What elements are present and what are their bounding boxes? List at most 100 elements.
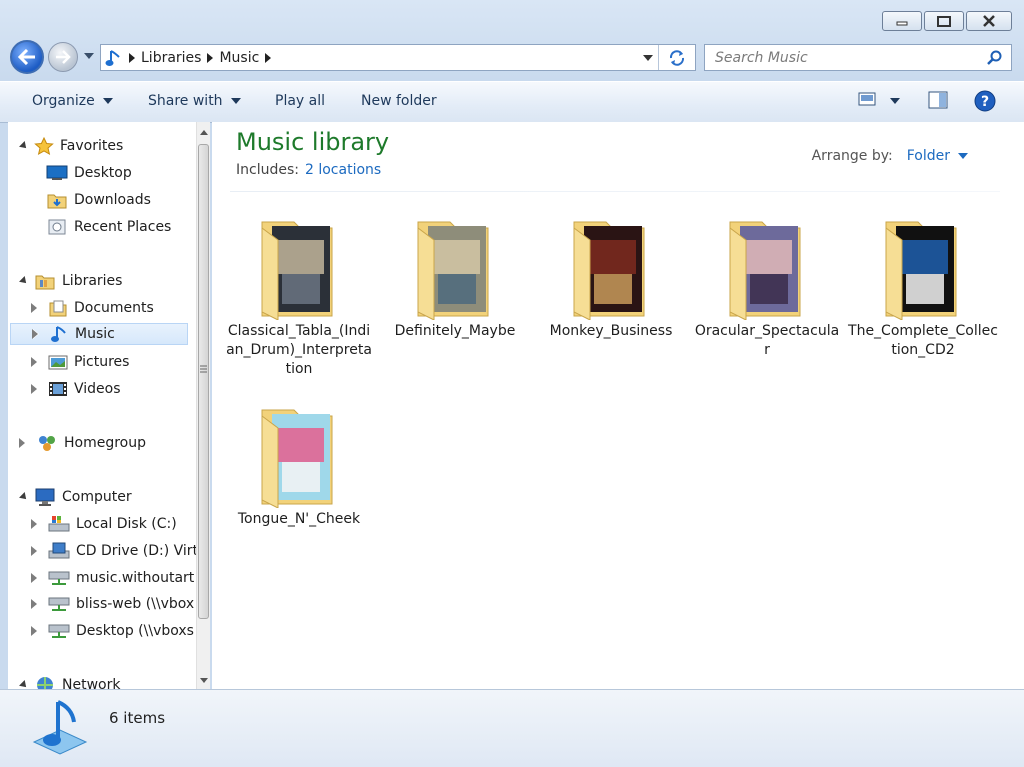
nav-homegroup-label: Homegroup — [64, 435, 147, 451]
forward-arrow-icon — [56, 50, 71, 64]
star-icon — [34, 137, 54, 155]
includes-label: Includes: — [236, 162, 299, 178]
scroll-down-arrow-icon[interactable] — [200, 678, 208, 683]
expand-arrow-icon[interactable] — [31, 573, 38, 583]
expand-arrow-icon[interactable] — [31, 546, 38, 556]
view-options-dropdown[interactable] — [890, 98, 900, 104]
expand-arrow-icon[interactable] — [19, 438, 26, 448]
arrange-dropdown[interactable]: Folder — [907, 148, 968, 164]
nav-favorites[interactable]: Favorites — [19, 135, 124, 157]
folder-item[interactable]: Monkey_Business — [536, 200, 686, 341]
nav-cd-drive[interactable]: CD Drive (D:) Virt — [31, 540, 198, 562]
expand-arrow-icon[interactable] — [31, 384, 38, 394]
nav-documents-label: Documents — [74, 300, 154, 316]
collapse-arrow-icon[interactable] — [19, 492, 29, 502]
recent-pages-dropdown[interactable] — [84, 53, 94, 59]
folder-icon — [400, 200, 510, 321]
network-drive-icon — [48, 624, 70, 638]
help-button[interactable]: ? — [974, 90, 996, 112]
nav-homegroup[interactable]: Homegroup — [19, 432, 147, 454]
forward-button[interactable] — [48, 42, 78, 72]
scroll-thumb[interactable] — [198, 144, 209, 619]
folder-label: Monkey_Business — [549, 323, 673, 339]
chevron-down-icon — [230, 98, 241, 104]
nav-network-drive-music[interactable]: music.withoutart — [31, 567, 194, 589]
nav-desktop-label: Desktop — [74, 165, 132, 181]
address-dropdown-arrow[interactable] — [643, 55, 653, 61]
expand-arrow-icon[interactable] — [31, 519, 38, 529]
breadcrumb-libraries[interactable]: Libraries — [141, 50, 201, 66]
breadcrumb-music[interactable]: Music — [219, 50, 259, 66]
folder-item[interactable]: Definitely_Maybe — [380, 200, 530, 341]
scroll-up-arrow-icon[interactable] — [200, 130, 208, 135]
search-box[interactable] — [704, 44, 1012, 71]
network-drive-icon — [48, 597, 70, 611]
nav-network-drive-bliss-label: bliss-web (\\vbox — [76, 596, 195, 612]
breadcrumb-separator[interactable] — [129, 52, 135, 63]
maximize-button[interactable] — [924, 11, 964, 31]
minimize-icon — [896, 21, 908, 26]
collapse-arrow-icon[interactable] — [19, 276, 29, 286]
back-arrow-icon — [18, 49, 35, 65]
refresh-button[interactable] — [658, 45, 695, 70]
nav-local-disk[interactable]: Local Disk (C:) — [31, 513, 177, 535]
back-button[interactable] — [10, 40, 44, 74]
change-view-button[interactable] — [858, 91, 876, 107]
folder-item[interactable]: Classical_Tabla_(Indian_Drum)_Interpreta… — [224, 200, 374, 379]
preview-pane-button[interactable] — [928, 91, 948, 109]
nav-network-drive-bliss[interactable]: bliss-web (\\vbox — [31, 593, 195, 615]
nav-network-label: Network — [62, 677, 121, 689]
network-drive-icon — [48, 571, 70, 585]
collapse-arrow-icon[interactable] — [19, 141, 29, 151]
svg-text:?: ? — [981, 94, 989, 110]
expand-arrow-icon[interactable] — [32, 329, 39, 339]
search-input[interactable] — [713, 45, 977, 71]
play-all-button[interactable]: Play all — [275, 93, 325, 109]
nav-recent-places[interactable]: Recent Places — [46, 216, 171, 238]
close-button[interactable] — [966, 11, 1012, 31]
minimize-button[interactable] — [882, 11, 922, 31]
organize-button[interactable]: Organize — [32, 93, 113, 109]
address-bar[interactable]: Libraries Music — [100, 44, 696, 71]
nav-videos[interactable]: Videos — [31, 378, 121, 400]
music-library-icon — [32, 700, 88, 755]
nav-documents[interactable]: Documents — [31, 297, 154, 319]
search-icon[interactable] — [987, 50, 1003, 66]
nav-pictures[interactable]: Pictures — [31, 351, 129, 373]
share-with-button[interactable]: Share with — [148, 93, 241, 109]
help-icon: ? — [974, 90, 996, 112]
documents-icon — [49, 300, 67, 317]
collapse-arrow-icon[interactable] — [19, 680, 29, 689]
nav-local-disk-label: Local Disk (C:) — [76, 516, 177, 532]
navigation-pane: Favorites Desktop Downloads Recent Place… — [8, 122, 210, 689]
expand-arrow-icon[interactable] — [31, 626, 38, 636]
nav-network-drive-desktop[interactable]: Desktop (\\vboxs — [31, 620, 194, 642]
music-note-icon — [51, 326, 66, 342]
folder-item[interactable]: The_Complete_Collection_CD2 — [848, 200, 998, 360]
nav-network[interactable]: Network — [19, 674, 121, 689]
folder-label: Tongue_N'_Cheek — [237, 511, 361, 527]
nav-downloads[interactable]: Downloads — [46, 189, 151, 211]
arrange-value: Folder — [906, 148, 950, 164]
folder-item[interactable]: Tongue_N'_Cheek — [224, 388, 374, 529]
new-folder-button[interactable]: New folder — [361, 93, 437, 109]
nav-libraries[interactable]: Libraries — [19, 270, 123, 292]
expand-arrow-icon[interactable] — [31, 599, 38, 609]
library-title: Music library — [236, 128, 390, 156]
nav-computer[interactable]: Computer — [19, 486, 132, 508]
locations-link[interactable]: 2 locations — [305, 162, 381, 178]
folder-item[interactable]: Oracular_Spectacular — [692, 200, 842, 360]
folder-label: The_Complete_Collection_CD2 — [848, 323, 998, 358]
nav-favorites-label: Favorites — [60, 138, 124, 154]
breadcrumb-separator[interactable] — [207, 52, 214, 63]
nav-music[interactable]: Music — [10, 323, 188, 345]
expand-arrow-icon[interactable] — [31, 303, 38, 313]
nav-scrollbar[interactable] — [196, 122, 210, 689]
includes-line: Includes: 2 locations — [236, 162, 381, 178]
nav-desktop[interactable]: Desktop — [46, 162, 132, 184]
nav-libraries-label: Libraries — [62, 273, 123, 289]
expand-arrow-icon[interactable] — [31, 357, 38, 367]
folder-icon — [244, 388, 354, 509]
breadcrumb-separator[interactable] — [265, 52, 272, 63]
arrange-by: Arrange by: Folder — [812, 148, 968, 164]
